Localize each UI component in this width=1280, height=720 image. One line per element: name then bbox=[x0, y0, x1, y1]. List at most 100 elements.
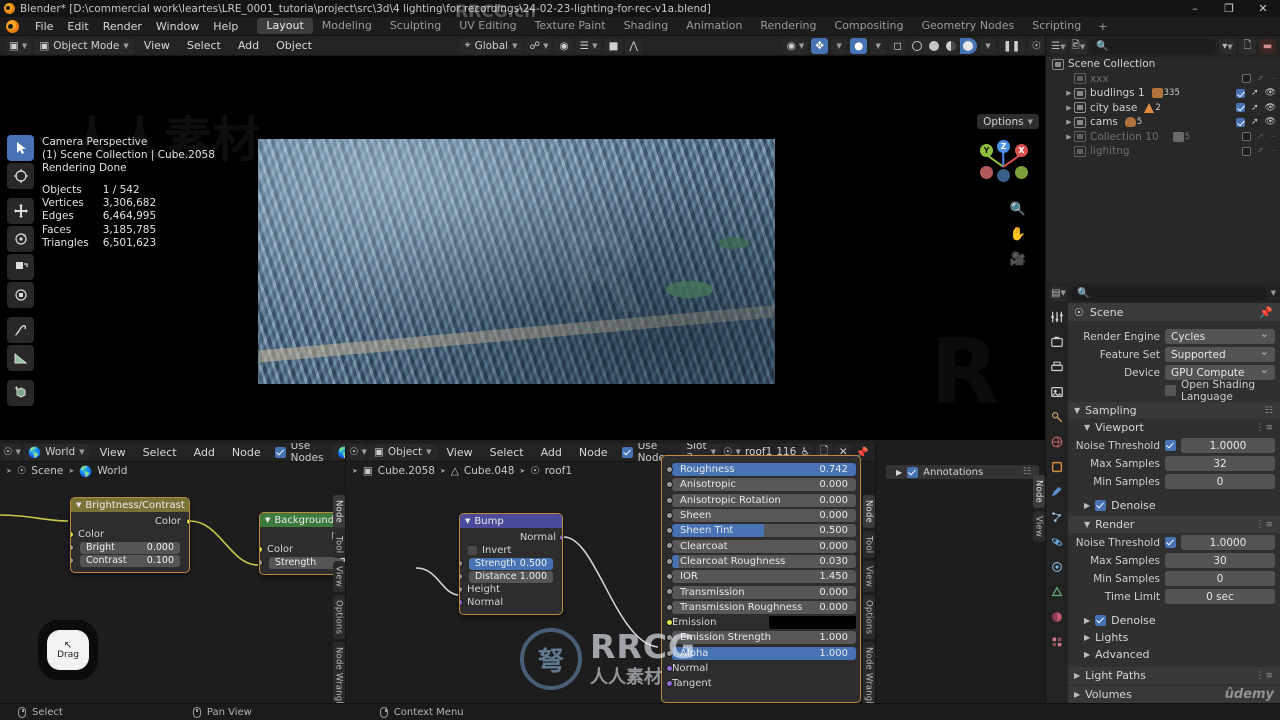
sidebar-tab-options[interactable]: Options bbox=[862, 595, 875, 640]
sidebar-tab-view[interactable]: View bbox=[1032, 510, 1045, 542]
physics-tab[interactable] bbox=[1049, 534, 1065, 550]
pb-row-alpha[interactable]: Alpha 1.000 bbox=[662, 646, 860, 661]
socket-color-in[interactable] bbox=[71, 531, 74, 538]
checkbox-exclude[interactable] bbox=[1236, 117, 1246, 127]
menu-window[interactable]: Window bbox=[149, 17, 206, 36]
min-samples-field[interactable]: 0 bbox=[1165, 571, 1275, 586]
node-header[interactable]: ▼ Bump bbox=[460, 514, 562, 528]
node-menu-view[interactable]: View bbox=[440, 446, 480, 459]
outliner-item-cams[interactable]: ▶ cams 5 ➚ 👁 bbox=[1046, 115, 1280, 130]
camera-view-icon[interactable]: 🎥 bbox=[1009, 250, 1027, 268]
socket-normal-out[interactable] bbox=[559, 534, 562, 541]
output-tab[interactable] bbox=[1049, 359, 1065, 375]
node-bump[interactable]: ▼ Bump Normal Invert Strength 0.500 Dist… bbox=[459, 513, 563, 615]
preset-menu-icon[interactable]: ⋮≡ bbox=[1255, 520, 1274, 530]
viewport-options-button[interactable]: Options ▼ bbox=[977, 114, 1039, 129]
editor-type-icon[interactable]: ▣ ▼ bbox=[5, 37, 32, 54]
navigation-gizmo[interactable]: Y Z X bbox=[975, 138, 1031, 194]
tab-compositing[interactable]: Compositing bbox=[826, 18, 913, 34]
mirror-x-toggle[interactable]: ■ bbox=[604, 37, 623, 54]
socket-distance[interactable] bbox=[460, 573, 463, 580]
annotations-checkbox[interactable] bbox=[907, 466, 919, 478]
sidebar-tab-tool[interactable]: Tool bbox=[862, 530, 875, 559]
pb-row-transmission-roughness[interactable]: Transmission Roughness 0.000 bbox=[662, 600, 860, 615]
breadcrumb-scene[interactable]: Scene bbox=[31, 465, 63, 477]
sidebar-tab-node[interactable]: Node bbox=[1032, 475, 1045, 508]
render-section-header[interactable]: ▼ Render ⋮≡ bbox=[1068, 516, 1280, 533]
shading-options-icon[interactable]: ▼ bbox=[979, 37, 996, 54]
sidebar-tab-node[interactable]: Node bbox=[862, 495, 875, 528]
tab-modeling[interactable]: Modeling bbox=[313, 18, 381, 34]
socket-bright[interactable] bbox=[71, 544, 74, 551]
selectable-icon[interactable]: ➚ bbox=[1251, 103, 1259, 113]
viewport-menu-add[interactable]: Add bbox=[231, 39, 266, 52]
checkbox-exclude[interactable] bbox=[1241, 132, 1251, 142]
eye-icon[interactable]: ⌣ bbox=[1270, 132, 1276, 142]
osl-checkbox[interactable] bbox=[1165, 385, 1176, 396]
visibility-filter-icon[interactable]: ◉ ▼ bbox=[782, 37, 809, 54]
transform-orientation-selector[interactable]: ⌖ Global ▼ bbox=[459, 37, 523, 54]
gizmo-options-icon[interactable]: ▼ bbox=[831, 37, 848, 54]
outliner-scene-collection-row[interactable]: Scene Collection bbox=[1046, 57, 1280, 72]
overlays-toggle[interactable]: ● bbox=[850, 37, 868, 54]
node-menu-add[interactable]: Add bbox=[534, 446, 569, 459]
outliner-item-collection-10[interactable]: ▶ Collection 10 5 ➚ ⌣ bbox=[1046, 130, 1280, 145]
minimize-button[interactable]: – bbox=[1178, 0, 1212, 17]
render-engine-select[interactable]: Cycles bbox=[1165, 327, 1275, 344]
pb-row-tangent[interactable]: Tangent bbox=[662, 676, 860, 691]
annotate-tool[interactable] bbox=[7, 317, 34, 343]
gizmo-axis-neg-y[interactable] bbox=[1015, 166, 1028, 179]
outliner-item-city-base[interactable]: ▶ city base 2 ➚ 👁 bbox=[1046, 101, 1280, 116]
tab-layout[interactable]: Layout bbox=[257, 18, 313, 34]
time-limit-field[interactable]: 0 sec bbox=[1165, 589, 1275, 604]
max-samples-field[interactable]: 30 bbox=[1165, 553, 1275, 568]
tab-sculpting[interactable]: Sculpting bbox=[381, 18, 450, 34]
data-tab[interactable] bbox=[1049, 584, 1065, 600]
cursor-tool[interactable] bbox=[7, 163, 34, 189]
maximize-button[interactable]: ❐ bbox=[1212, 0, 1246, 17]
outliner-item-lighitng[interactable]: lighitng ➚ ⌣ bbox=[1046, 144, 1280, 159]
pb-row-ior[interactable]: IOR 1.450 bbox=[662, 569, 860, 584]
viewport-menu-object[interactable]: Object bbox=[269, 39, 319, 52]
sidebar-tab-view[interactable]: View bbox=[332, 561, 345, 593]
menu-file[interactable]: File bbox=[28, 17, 60, 36]
node-menu-view[interactable]: View bbox=[93, 446, 133, 459]
socket-strength[interactable] bbox=[260, 559, 263, 566]
tab-texture-paint[interactable]: Texture Paint bbox=[526, 18, 615, 34]
selectable-icon[interactable]: ➚ bbox=[1257, 146, 1265, 156]
shading-rendered[interactable] bbox=[959, 37, 977, 54]
editor-type-icon[interactable]: ☉ ▼ bbox=[349, 444, 367, 460]
pb-row-normal[interactable]: Normal bbox=[662, 661, 860, 676]
drag-handle[interactable]: ☷ bbox=[1265, 406, 1274, 416]
socket-height[interactable] bbox=[460, 586, 463, 593]
annotations-panel-row[interactable]: ▶ Annotations ☷ bbox=[886, 465, 1039, 479]
viewport-section-header[interactable]: ▼ Viewport ⋮≡ bbox=[1068, 419, 1280, 436]
checkbox-exclude[interactable] bbox=[1236, 88, 1246, 98]
feature-set-select[interactable]: Supported bbox=[1165, 345, 1275, 362]
socket-color-out[interactable] bbox=[186, 518, 189, 525]
outliner-search-input[interactable]: 🔍 bbox=[1090, 39, 1216, 54]
disclosure-triangle-icon[interactable]: ▶ bbox=[1064, 118, 1074, 126]
viewport-shading-group[interactable] bbox=[908, 37, 977, 54]
sidebar-tab-tool[interactable]: Tool bbox=[332, 530, 345, 559]
tweak-select-tool[interactable] bbox=[7, 135, 34, 161]
eye-icon[interactable]: 👁 bbox=[1265, 103, 1276, 113]
outliner-item-budlings-1[interactable]: ▶ budlings 1 335 ➚ 👁 bbox=[1046, 86, 1280, 101]
node-menu-add[interactable]: Add bbox=[187, 446, 222, 459]
3d-viewport[interactable]: Camera Perspective (1) Scene Collection … bbox=[0, 56, 1045, 440]
outliner-display-mode-icon[interactable]: 🖻 ▼ bbox=[1070, 39, 1087, 54]
pb-row-clearcoat[interactable]: Clearcoat 0.000 bbox=[662, 538, 860, 553]
disclosure-triangle-icon[interactable]: ▶ bbox=[1064, 104, 1074, 112]
proportional-falloff-select[interactable]: ☰ ▼ bbox=[575, 37, 602, 54]
pb-row-roughness[interactable]: Roughness 0.742 bbox=[662, 462, 860, 477]
pb-row-transmission[interactable]: Transmission 0.000 bbox=[662, 584, 860, 599]
shading-wireframe[interactable] bbox=[909, 38, 926, 54]
node-principled-bsdf[interactable]: Roughness 0.742 Anisotropic 0.000 Anisotro… bbox=[661, 455, 861, 703]
pin-icon[interactable]: 📌 bbox=[1259, 306, 1273, 319]
tab-rendering[interactable]: Rendering bbox=[751, 18, 825, 34]
render-denoise-row[interactable]: ▶ Denoise bbox=[1068, 612, 1280, 629]
world-tab[interactable] bbox=[1049, 434, 1065, 450]
tab-animation[interactable]: Animation bbox=[677, 18, 751, 34]
pb-row-emission[interactable]: Emission bbox=[662, 615, 860, 630]
node-header[interactable]: ▼ Brightness/Contrast bbox=[71, 498, 189, 512]
